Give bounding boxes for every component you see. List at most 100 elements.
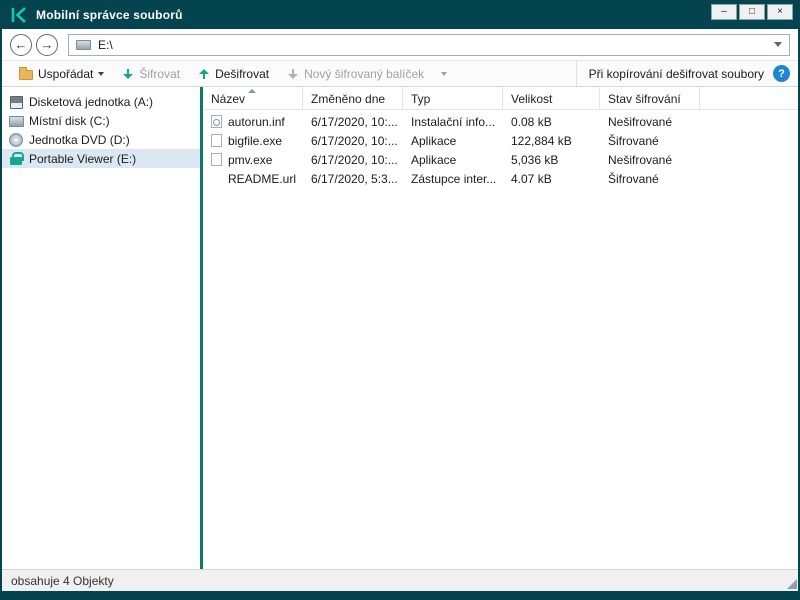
sort-ascending-icon xyxy=(248,89,256,93)
file-cell-text: Aplikace xyxy=(411,152,457,167)
decrypt-button[interactable]: Dešifrovat xyxy=(189,61,278,86)
resize-grip-icon[interactable] xyxy=(787,579,797,589)
organize-button[interactable]: Uspořádat xyxy=(10,61,113,86)
file-cell-text: 0.08 kB xyxy=(511,114,552,129)
sidebar-item-label: Jednotka DVD (D:) xyxy=(29,132,130,147)
column-header-filler xyxy=(700,87,798,110)
file-cell: autorun.inf xyxy=(203,115,303,129)
file-row[interactable]: pmv.exe 6/17/2020, 10:... Aplikace 5,036 kB… xyxy=(203,150,798,169)
new-encrypted-package-button[interactable]: Nový šifrovaný balíček xyxy=(278,61,433,86)
encrypt-label: Šifrovat xyxy=(139,66,181,81)
file-cell: Aplikace xyxy=(403,134,503,148)
file-cell-text: Šifrované xyxy=(608,171,659,186)
window-controls: – □ × xyxy=(711,4,793,20)
file-row[interactable]: bigfile.exe 6/17/2020, 10:... Aplikace 122,… xyxy=(203,131,798,150)
chevron-down-icon xyxy=(98,71,105,76)
file-cell: 5,036 kB xyxy=(503,153,600,167)
new-package-menu-button[interactable] xyxy=(433,61,455,86)
column-header-label: Velikost xyxy=(511,92,553,106)
column-header-label: Název xyxy=(211,92,246,106)
address-text: E:\ xyxy=(98,37,113,52)
file-cell: Šifrované xyxy=(600,172,700,186)
status-text: obsahuje 4 Objekty xyxy=(11,573,114,588)
main-area: Disketová jednotka (A:) Místní disk (C:) J… xyxy=(2,87,798,569)
file-cell: 6/17/2020, 10:... xyxy=(303,153,403,167)
file-cell: 122,884 kB xyxy=(503,134,600,148)
forward-button[interactable] xyxy=(36,33,58,56)
toolbar: Uspořádat Šifrovat Dešifrovat Nový šifro… xyxy=(2,60,798,87)
title-bar: Mobilní správce souborů – □ × xyxy=(2,0,798,29)
sidebar-item[interactable]: Jednotka DVD (D:) xyxy=(2,130,200,149)
file-cell: Nešifrované xyxy=(600,115,700,129)
column-header-label: Změněno dne xyxy=(311,92,386,106)
decrypt-on-copy-label: Při kopírování dešifrovat soubory xyxy=(588,66,764,81)
sidebar-item[interactable]: Disketová jednotka (A:) xyxy=(2,92,200,111)
floppy-drive-icon xyxy=(9,95,23,109)
column-header[interactable]: Velikost xyxy=(503,87,600,110)
column-header-label: Stav šifrování xyxy=(608,92,681,106)
file-list-pane: Název Změněno dne Typ Velikost Stav šifrován… xyxy=(203,87,798,569)
navigation-bar: E:\ xyxy=(2,29,798,60)
file-cell-text: 6/17/2020, 10:... xyxy=(311,114,398,129)
minimize-button[interactable]: – xyxy=(711,4,737,20)
file-cell-text: 122,884 kB xyxy=(511,133,572,148)
file-cell-text: Šifrované xyxy=(608,133,659,148)
file-icon xyxy=(211,134,222,147)
file-cell: Šifrované xyxy=(600,134,700,148)
file-cell-text: Nešifrované xyxy=(608,114,673,129)
file-cell: README.url xyxy=(203,172,303,186)
encrypt-button[interactable]: Šifrovat xyxy=(113,61,189,86)
file-cell-text: README.url xyxy=(228,171,297,186)
file-cell-text: bigfile.exe xyxy=(228,133,283,148)
window-title: Mobilní správce souborů xyxy=(36,7,183,22)
column-header[interactable]: Název xyxy=(203,87,303,110)
hard-disk-icon xyxy=(9,114,24,127)
sidebar-item-label: Místní disk (C:) xyxy=(29,113,110,128)
arrow-left-icon xyxy=(15,37,28,52)
chevron-down-icon xyxy=(441,71,448,76)
sidebar-item-label: Portable Viewer (E:) xyxy=(29,151,137,166)
help-icon[interactable] xyxy=(773,65,790,82)
package-arrow-icon xyxy=(287,68,299,80)
file-cell: Instalační info... xyxy=(403,115,503,129)
file-cell: 6/17/2020, 10:... xyxy=(303,115,403,129)
file-cell-text: pmv.exe xyxy=(228,152,273,167)
column-header-label: Typ xyxy=(411,92,431,106)
status-bar: obsahuje 4 Objekty xyxy=(2,569,798,591)
file-cell: 6/17/2020, 5:3... xyxy=(303,172,403,186)
back-button[interactable] xyxy=(10,33,32,56)
dvd-drive-icon xyxy=(9,133,23,147)
folder-icon xyxy=(19,66,33,80)
file-cell-text: 5,036 kB xyxy=(511,152,559,167)
file-cell: 6/17/2020, 10:... xyxy=(303,134,403,148)
file-cell: 4.07 kB xyxy=(503,172,600,186)
column-header[interactable]: Stav šifrování xyxy=(600,87,700,110)
sidebar-item[interactable]: Místní disk (C:) xyxy=(2,111,200,130)
column-header[interactable]: Změněno dne xyxy=(303,87,403,110)
new-package-label: Nový šifrovaný balíček xyxy=(304,66,425,81)
maximize-button[interactable]: □ xyxy=(739,4,765,20)
file-cell-text: Instalační info... xyxy=(411,114,496,129)
sidebar-item-label: Disketová jednotka (A:) xyxy=(29,94,154,109)
arrow-right-icon xyxy=(41,37,54,52)
file-icon xyxy=(211,153,222,166)
toolbar-right-group: Při kopírování dešifrovat soubory xyxy=(575,61,790,86)
column-header[interactable]: Typ xyxy=(403,87,503,110)
file-cell-text: Aplikace xyxy=(411,133,457,148)
file-row[interactable]: autorun.inf 6/17/2020, 10:... Instalační i… xyxy=(203,112,798,131)
address-bar[interactable]: E:\ xyxy=(68,33,790,56)
file-row[interactable]: README.url 6/17/2020, 5:3... Zástupce inte… xyxy=(203,169,798,188)
sidebar-item[interactable]: Portable Viewer (E:) xyxy=(2,149,200,168)
app-window: Mobilní správce souborů – □ × E:\ Uspořá… xyxy=(0,0,800,600)
file-cell: pmv.exe xyxy=(203,153,303,167)
close-button[interactable]: × xyxy=(767,4,793,20)
file-cell-text: 4.07 kB xyxy=(511,171,552,186)
file-cell: bigfile.exe xyxy=(203,134,303,148)
file-cell-text: 6/17/2020, 5:3... xyxy=(311,171,398,186)
decrypt-arrow-icon xyxy=(198,68,210,80)
organize-label: Uspořádat xyxy=(38,66,94,81)
drive-icon xyxy=(76,39,91,50)
chevron-down-icon[interactable] xyxy=(774,42,782,47)
file-cell-text: Nešifrované xyxy=(608,152,673,167)
encrypt-arrow-icon xyxy=(122,68,134,80)
